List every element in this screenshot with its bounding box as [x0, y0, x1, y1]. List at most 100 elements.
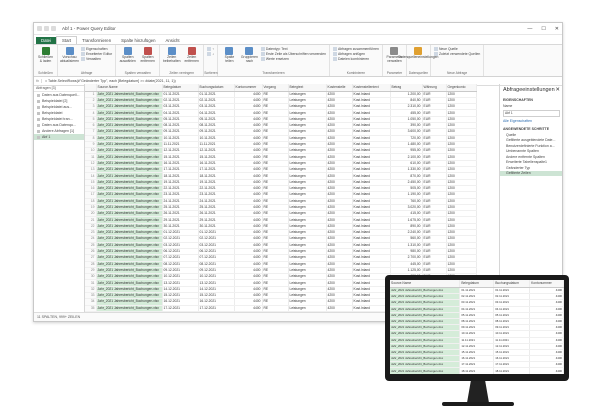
- ribbon-button[interactable]: Zeilen beibehalten: [163, 47, 180, 69]
- column-header[interactable]: Source.Name: [96, 84, 163, 92]
- monitor-column-header: Source.Name: [390, 280, 461, 288]
- column-header[interactable]: Gegenkonto: [446, 84, 477, 92]
- table-cell[interactable]: Jahr_2021 Jahresbericht_Buchungen.xlsx: [96, 286, 163, 294]
- table-cell[interactable]: Jahr_2021 Jahresbericht_Buchungen.xlsx: [96, 153, 163, 161]
- ribbon-button[interactable]: Datenquelleneinstellungen: [398, 47, 438, 69]
- table-cell[interactable]: Jahr_2021 Jahresbericht_Buchungen.xlsx: [96, 172, 163, 180]
- ribbon-small-command[interactable]: Eigenschaften: [81, 47, 112, 51]
- column-header[interactable]: Betrag: [390, 84, 423, 92]
- table-cell[interactable]: Jahr_2021 Jahresbericht_Buchungen.xlsx: [96, 261, 163, 268]
- table-cell[interactable]: Jahr_2021 Jahresbericht_Buchungen.xlsx: [96, 210, 163, 218]
- table-cell[interactable]: Jahr_2021 Jahresbericht_Buchungen.xlsx: [96, 254, 163, 262]
- query-item-label: Daten aus Datenquell...: [42, 93, 80, 97]
- column-header[interactable]: Währung: [422, 84, 447, 92]
- minimize-icon[interactable]: —: [527, 26, 532, 32]
- table-cell[interactable]: Jahr_2021 Jahresbericht_Buchungen.xlsx: [96, 135, 163, 142]
- parameter-icon: [390, 47, 399, 55]
- command-label: Datentyp: Text: [265, 47, 288, 51]
- ribbon-small-command[interactable]: Werte ersetzen: [260, 57, 326, 61]
- table-cell[interactable]: Jahr_2021 Jahresbericht_Buchungen.xlsx: [96, 292, 163, 300]
- ribbon-small-command[interactable]: ↓: [207, 52, 214, 56]
- table-cell[interactable]: Jahr_2021 Jahresbericht_Buchungen.xlsx: [96, 103, 163, 111]
- monitor-cell: Jahr_2021 Jahresbericht_Buchungen.xlsx: [390, 367, 461, 374]
- column-header[interactable]: Kostenstellentext: [352, 84, 391, 92]
- ribbon-small-command[interactable]: Abfragen anfügen: [333, 52, 379, 56]
- close-pane-icon[interactable]: ✕: [555, 87, 560, 93]
- ribbon-button[interactable]: Spalten entfernen: [139, 47, 156, 69]
- applied-step[interactable]: Gefilterte Zeilen: [500, 170, 562, 176]
- ribbon-button[interactable]: Spalten auswählen: [119, 47, 136, 69]
- table-cell[interactable]: Jahr_2021 Jahresbericht_Buchungen.xlsx: [96, 122, 163, 130]
- table-cell[interactable]: Jahr_2021 Jahresbericht_Buchungen.xlsx: [96, 305, 163, 312]
- table-cell[interactable]: Jahr_2021 Jahresbericht_Buchungen.xlsx: [96, 235, 163, 243]
- name-input[interactable]: Abf 1: [503, 110, 560, 117]
- table-cell[interactable]: Jahr_2021 Jahresbericht_Buchungen.xlsx: [96, 298, 163, 306]
- tab-view[interactable]: Ansicht: [161, 37, 185, 44]
- undo-icon[interactable]: [44, 26, 49, 31]
- table-cell[interactable]: Jahr_2021 Jahresbericht_Buchungen.xlsx: [96, 223, 163, 231]
- formula-input[interactable]: = Table.SelectRows(#"Geänderter Typ", ea…: [42, 79, 176, 83]
- column-header[interactable]: Belegtext: [288, 84, 327, 92]
- tab-transform[interactable]: Transformieren: [77, 37, 116, 44]
- ribbon-small-command[interactable]: Abfragen zusammenführen: [333, 47, 379, 51]
- save-icon[interactable]: [37, 26, 42, 31]
- table-cell[interactable]: Jahr_2021 Jahresbericht_Buchungen.xlsx: [96, 279, 163, 287]
- close-icon[interactable]: ✕: [555, 26, 559, 32]
- table-cell[interactable]: Jahr_2021 Jahresbericht_Buchungen.xlsx: [96, 128, 163, 136]
- table-cell[interactable]: Jahr_2021 Jahresbericht_Buchungen.xlsx: [96, 216, 163, 224]
- ribbon-button[interactable]: Gruppieren nach: [241, 47, 258, 69]
- ribbon-button[interactable]: Zeilen entfernen: [183, 47, 200, 69]
- applied-step[interactable]: Benutzerdefinierte Funktion a...: [500, 143, 562, 149]
- table-cell[interactable]: Jahr_2021 Jahresbericht_Buchungen.xlsx: [96, 273, 163, 281]
- ribbon-small-command[interactable]: Dateien kombinieren: [333, 57, 379, 61]
- ribbon-small-command[interactable]: Verwalten: [81, 57, 112, 61]
- queries-header[interactable]: Abfragen [3]: [34, 84, 84, 92]
- tab-add-column[interactable]: Spalte hinzufügen: [116, 37, 160, 44]
- table-cell[interactable]: Jahr_2021 Jahresbericht_Buchungen.xlsx: [96, 166, 163, 174]
- maximize-icon[interactable]: ☐: [541, 26, 545, 32]
- ribbon-small-command[interactable]: Datentyp: Text: [260, 47, 326, 51]
- ribbon-small-command[interactable]: Erste Zeile als Überschriften verwenden: [260, 52, 326, 56]
- query-item[interactable]: Abf 1: [34, 134, 84, 140]
- ribbon-group: Zeilen beibehalten Zeilen entfernen Zeilen…: [160, 45, 205, 76]
- ribbon-button[interactable]: Spalte teilen: [221, 47, 238, 69]
- ribbon-button[interactable]: Vorschau aktualisieren: [60, 47, 79, 69]
- customize-icon[interactable]: [51, 26, 56, 31]
- table-cell[interactable]: Jahr_2021 Jahresbericht_Buchungen.xlsx: [96, 109, 163, 117]
- table-cell[interactable]: Jahr_2021 Jahresbericht_Buchungen.xlsx: [96, 91, 163, 98]
- ribbon-small-command[interactable]: ↑: [207, 47, 214, 51]
- column-header[interactable]: Kontonummer: [234, 84, 263, 92]
- table-cell[interactable]: Jahr_2021 Jahresbericht_Buchungen.xlsx: [96, 229, 163, 237]
- table-cell[interactable]: Jahr_2021 Jahresbericht_Buchungen.xlsx: [96, 179, 163, 186]
- column-header[interactable]: Buchungsdatum: [198, 84, 235, 92]
- table-cell[interactable]: Jahr_2021 Jahresbericht_Buchungen.xlsx: [96, 116, 163, 124]
- table-cell[interactable]: Jahr_2021 Jahresbericht_Buchungen.xlsx: [96, 204, 163, 212]
- column-header[interactable]: Kostenstelle: [326, 84, 353, 92]
- table-cell[interactable]: Jahr_2021 Jahresbericht_Buchungen.xlsx: [96, 198, 163, 205]
- table-cell[interactable]: Jahr_2021 Jahresbericht_Buchungen.xlsx: [96, 147, 163, 155]
- table-cell[interactable]: Jahr_2021 Jahresbericht_Buchungen.xlsx: [96, 141, 163, 149]
- table-cell[interactable]: Jahr_2021 Jahresbericht_Buchungen.xlsx: [96, 267, 163, 275]
- table-cell[interactable]: Jahr_2021 Jahresbericht_Buchungen.xlsx: [96, 160, 163, 168]
- table-cell[interactable]: Jahr_2021 Jahresbericht_Buchungen.xlsx: [96, 97, 163, 105]
- table-icon: [37, 93, 40, 97]
- command-icon: [81, 57, 85, 61]
- ribbon-button-label: Schließen & laden: [37, 55, 54, 63]
- column-header[interactable]: Belegdatum: [162, 84, 199, 92]
- table-cell[interactable]: Jahr_2021 Jahresbericht_Buchungen.xlsx: [96, 242, 163, 249]
- ribbon-small-command[interactable]: Zuletzt verwendete Quellen: [433, 52, 480, 56]
- table-cell[interactable]: Jahr_2021 Jahresbericht_Buchungen.xlsx: [96, 248, 163, 256]
- corner-cell[interactable]: [85, 84, 97, 92]
- applied-step[interactable]: Gefilterte ausgeblendete Date...: [500, 138, 562, 144]
- ribbon-button[interactable]: Schließen & laden: [37, 47, 54, 69]
- ribbon-small-command[interactable]: Erweiterter Editor: [81, 52, 112, 56]
- table-cell[interactable]: Jahr_2021 Jahresbericht_Buchungen.xlsx: [96, 185, 163, 193]
- refresh-icon: [65, 47, 74, 55]
- tab-home[interactable]: Start: [56, 36, 78, 44]
- ribbon-small-command[interactable]: Neue Quelle: [433, 47, 480, 51]
- column-header[interactable]: Vorgang: [262, 84, 289, 92]
- table-cell[interactable]: Jahr_2021 Jahresbericht_Buchungen.xlsx: [96, 191, 163, 199]
- command-label: ↓: [212, 52, 214, 56]
- monitor-stand: [466, 381, 490, 404]
- tab-file[interactable]: Datei: [36, 37, 57, 44]
